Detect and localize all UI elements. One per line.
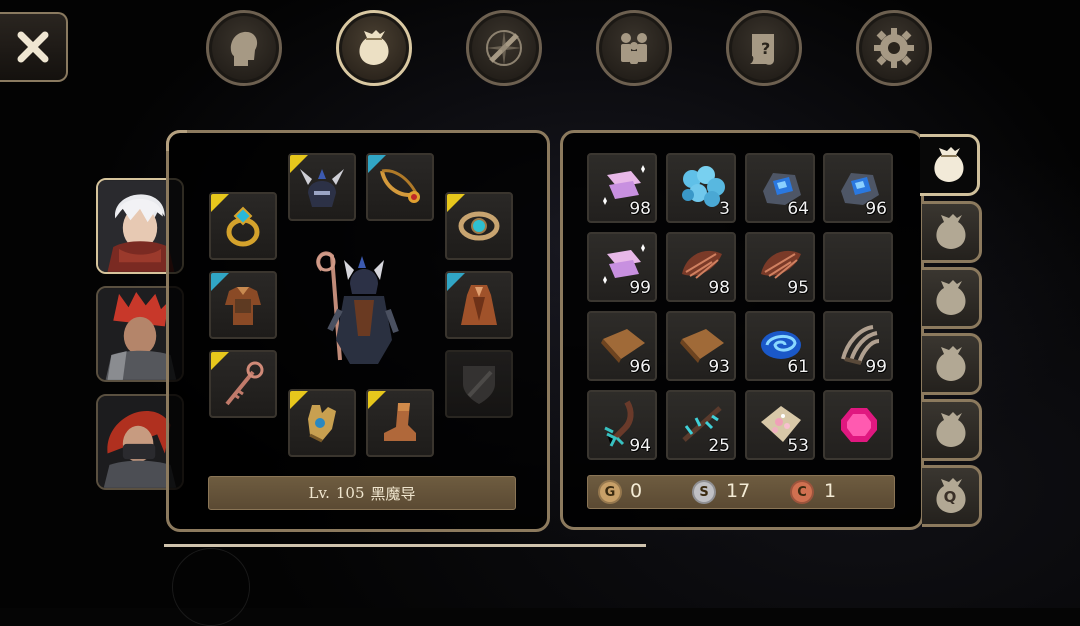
bag-tab-3[interactable] — [922, 267, 982, 329]
necklace-icon — [380, 169, 420, 203]
boot-icon — [384, 403, 416, 441]
tab-skills[interactable] — [466, 10, 542, 86]
svg-text:?: ? — [761, 39, 770, 58]
panel-corner — [166, 130, 187, 151]
staff-icon — [225, 361, 264, 406]
people-icon — [621, 33, 647, 64]
level-prefix: Lv. — [308, 484, 330, 502]
bag-tab-quest[interactable]: Q — [922, 465, 982, 527]
bag-tab-4[interactable] — [922, 333, 982, 395]
item-quantity: 3 — [719, 199, 730, 219]
close-button[interactable] — [0, 12, 68, 82]
item-quantity: 96 — [865, 199, 887, 219]
copper-coin-icon: C — [790, 480, 814, 504]
copper-amount: 1 — [824, 480, 837, 502]
tab-party[interactable] — [596, 10, 672, 86]
bag-icon — [935, 280, 966, 315]
currency-bar: G 0 S 17 C 1 — [587, 475, 895, 509]
silver-letter: S — [699, 484, 709, 500]
inventory-slot[interactable]: 61 — [745, 311, 815, 381]
character-level-bar: Lv. 105 黑魔导 — [208, 476, 516, 510]
item-quantity: 25 — [708, 436, 730, 456]
silver-coin-icon: S — [692, 480, 716, 504]
equip-slot-necklace[interactable] — [366, 153, 434, 221]
head-silhouette-icon — [230, 31, 258, 66]
bag-icon — [935, 214, 966, 249]
inventory-slot[interactable]: 94 — [587, 390, 657, 460]
equip-slot-armor[interactable] — [209, 271, 277, 339]
level-value: 105 — [335, 484, 365, 502]
inventory-slot[interactable]: 98 — [587, 153, 657, 223]
inventory-slot[interactable]: 25 — [666, 390, 736, 460]
equip-slot-ring-right[interactable] — [445, 192, 513, 260]
gold-letter: G — [604, 484, 616, 500]
inventory-slot-empty[interactable] — [823, 232, 893, 302]
inventory-slot[interactable]: 95 — [745, 232, 815, 302]
silver-amount: 17 — [726, 480, 751, 502]
gauntlet-icon — [308, 405, 336, 443]
equip-slot-ring-left[interactable] — [209, 192, 277, 260]
copper-letter: C — [797, 484, 807, 500]
tab-inventory[interactable] — [336, 10, 412, 86]
inventory-slot[interactable] — [823, 390, 893, 460]
pink-gem-icon — [841, 408, 877, 442]
inventory-slot[interactable]: 99 — [587, 232, 657, 302]
gold-coin-icon: G — [598, 480, 622, 504]
class-name: 黑魔导 — [370, 484, 416, 503]
item-quantity: 98 — [629, 199, 651, 219]
virtual-joystick[interactable] — [172, 548, 250, 626]
equip-slot-gloves[interactable] — [288, 389, 356, 457]
bag-tab-5[interactable] — [922, 399, 982, 461]
bag-icon — [935, 412, 966, 447]
inventory-slot[interactable]: 64 — [745, 153, 815, 223]
silver-ring-icon — [458, 211, 500, 241]
inventory-slot[interactable]: 93 — [666, 311, 736, 381]
equip-slot-offhand[interactable] — [445, 350, 513, 418]
inventory-slot[interactable]: 53 — [745, 390, 815, 460]
item-quantity: 93 — [708, 357, 730, 377]
bag-icon — [935, 346, 966, 381]
item-quantity: 94 — [629, 436, 651, 456]
item-quantity: 53 — [787, 436, 809, 456]
character-sprite — [316, 251, 399, 364]
inventory-slot[interactable]: 96 — [823, 153, 893, 223]
tab-character[interactable] — [206, 10, 282, 86]
sword-compass-icon — [486, 30, 522, 66]
bag-tab-1[interactable] — [920, 134, 980, 196]
shield-sword-icon — [463, 366, 495, 404]
quest-bag-label: Q — [943, 488, 957, 506]
item-quantity: 99 — [629, 278, 651, 298]
horned-helmet-icon — [300, 169, 344, 207]
item-quantity: 99 — [865, 357, 887, 377]
bag-tab-2[interactable] — [922, 201, 982, 263]
tab-settings[interactable] — [856, 10, 932, 86]
bag-icon — [359, 30, 389, 65]
equip-slot-cloak[interactable] — [445, 271, 513, 339]
gold-amount: 0 — [630, 480, 643, 502]
gear-icon — [874, 28, 914, 68]
item-quantity: 98 — [708, 278, 730, 298]
armor-icon — [225, 287, 261, 325]
close-x-icon — [17, 31, 49, 63]
inventory-slot[interactable]: 96 — [587, 311, 657, 381]
item-quantity: 64 — [787, 199, 809, 219]
item-quantity: 95 — [787, 278, 809, 298]
equip-slot-boots[interactable] — [366, 389, 434, 457]
cloak-icon — [461, 285, 497, 325]
inventory-slot[interactable]: 3 — [666, 153, 736, 223]
gold-ring-icon — [226, 206, 260, 247]
scroll-icon: ? — [750, 34, 774, 65]
item-quantity: 96 — [629, 357, 651, 377]
item-quantity: 61 — [787, 357, 809, 377]
equip-slot-weapon[interactable] — [209, 350, 277, 418]
equip-slot-helmet[interactable] — [288, 153, 356, 221]
inventory-slot[interactable]: 99 — [823, 311, 893, 381]
inventory-slot[interactable]: 98 — [666, 232, 736, 302]
tab-quests[interactable]: ? — [726, 10, 802, 86]
divider-line — [164, 544, 646, 547]
bag-icon — [933, 147, 964, 182]
